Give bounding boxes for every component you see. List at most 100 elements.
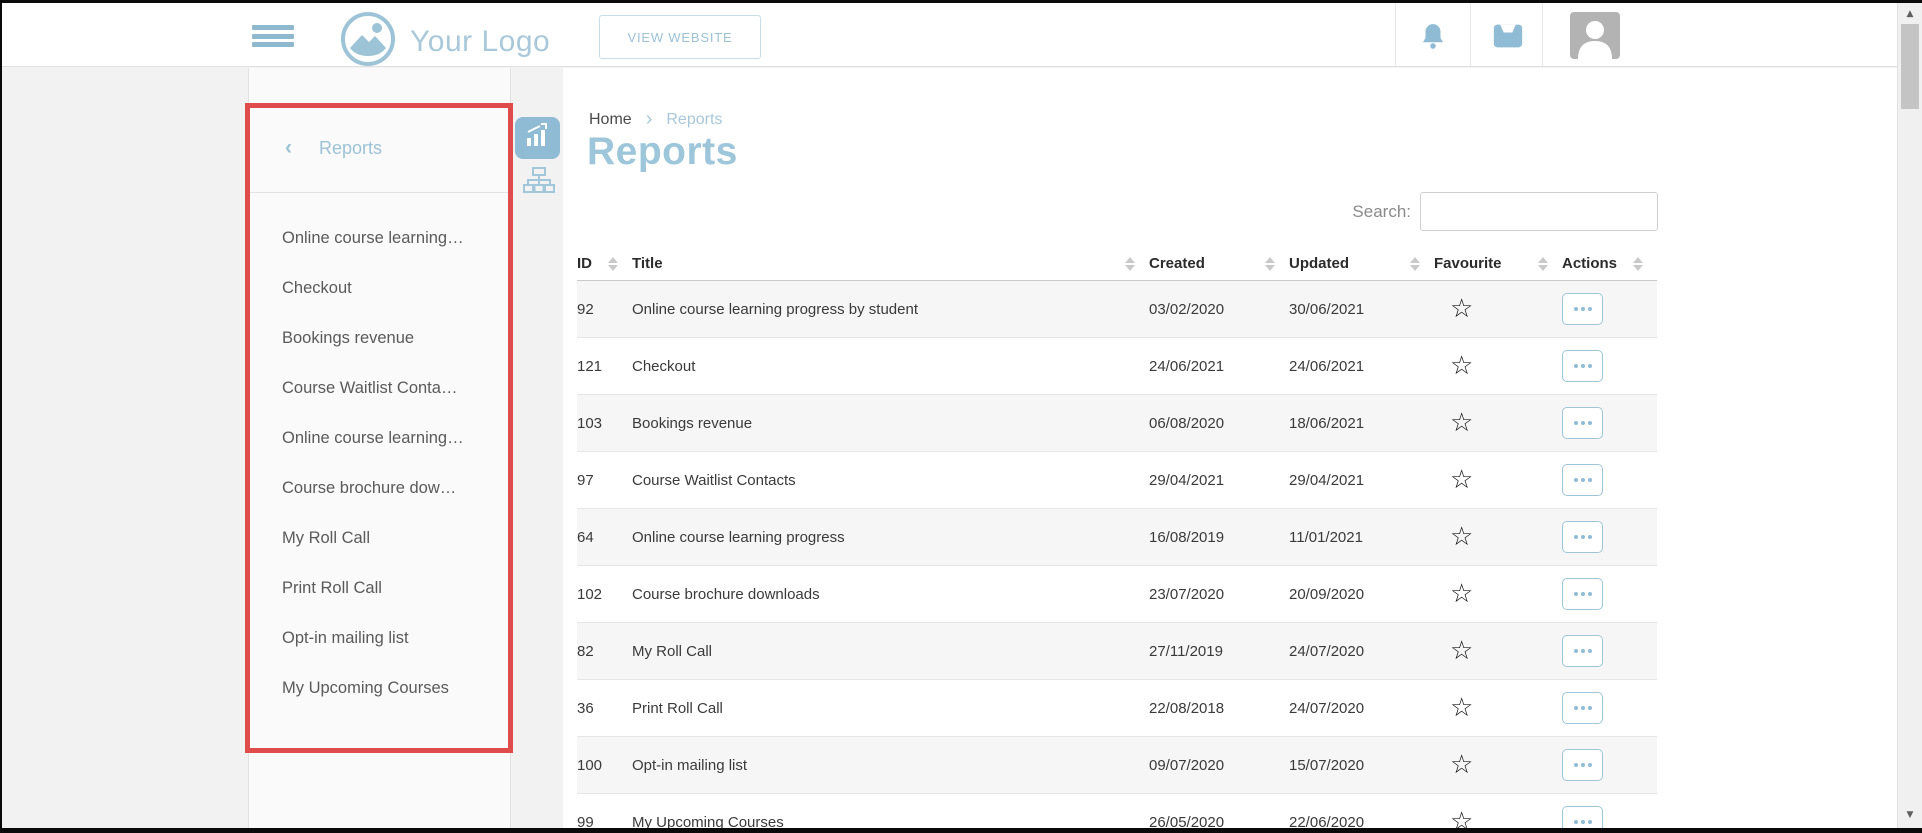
table-row[interactable]: 97 Course Waitlist Contacts 29/04/2021 2… [577,452,1657,509]
breadcrumb-home-link[interactable]: Home [589,111,632,129]
reports-chart-button[interactable] [515,117,560,159]
hamburger-menu-icon[interactable] [252,25,294,47]
sort-icon[interactable] [1410,257,1420,271]
sidebar-report-item[interactable]: Bookings revenue [249,313,510,363]
table-row[interactable]: 36 Print Roll Call 22/08/2018 24/07/2020… [577,680,1657,737]
cell-updated: 18/06/2021 [1289,415,1434,432]
scroll-up-arrow-icon[interactable]: ▲ [1898,9,1922,19]
sidebar-report-item[interactable]: Checkout [249,263,510,313]
row-actions-button[interactable] [1562,293,1603,325]
page-title: Reports [587,130,738,174]
favourite-star-icon[interactable]: ☆ [1450,579,1473,609]
sidebar: ‹ Reports Online course learning…Checkou… [248,68,511,828]
cell-created: 27/11/2019 [1149,643,1289,660]
cell-id: 102 [577,586,632,603]
search-input[interactable] [1420,192,1658,231]
table-row[interactable]: 99 My Upcoming Courses 26/05/2020 22/06/… [577,794,1657,833]
column-header-created[interactable]: Created [1149,247,1289,280]
cell-updated: 22/06/2020 [1289,814,1434,831]
sidebar-report-item[interactable]: Online course learning… [249,213,510,263]
sort-icon[interactable] [1538,257,1548,271]
back-chevron-icon[interactable]: ‹ [285,136,292,159]
bell-icon[interactable] [1417,21,1449,51]
sort-icon[interactable] [1125,257,1135,271]
cell-title: Course brochure downloads [632,586,1149,603]
table-row[interactable]: 82 My Roll Call 27/11/2019 24/07/2020 ☆ [577,623,1657,680]
scroll-down-arrow-icon[interactable]: ▼ [1898,810,1922,820]
cell-id: 64 [577,529,632,546]
breadcrumb: Home › Reports [589,108,722,131]
column-header-updated[interactable]: Updated [1289,247,1434,280]
sidebar-header[interactable]: ‹ Reports [249,68,510,193]
row-actions-button[interactable] [1562,350,1603,382]
favourite-star-icon[interactable]: ☆ [1450,408,1473,438]
cell-title: Opt-in mailing list [632,757,1149,774]
cell-id: 97 [577,472,632,489]
cell-updated: 20/09/2020 [1289,586,1434,603]
row-actions-button[interactable] [1562,749,1603,781]
cell-id: 82 [577,643,632,660]
sort-icon[interactable] [1265,257,1275,271]
table-row[interactable]: 102 Course brochure downloads 23/07/2020… [577,566,1657,623]
row-actions-button[interactable] [1562,806,1603,833]
row-actions-button[interactable] [1562,635,1603,667]
sort-icon[interactable] [1633,257,1643,271]
row-actions-button[interactable] [1562,692,1603,724]
row-actions-button[interactable] [1562,521,1603,553]
view-website-button[interactable]: VIEW WEBSITE [599,15,761,59]
inbox-icon[interactable] [1491,21,1523,51]
cell-updated: 24/07/2020 [1289,700,1434,717]
cell-updated: 24/07/2020 [1289,643,1434,660]
row-actions-button[interactable] [1562,464,1603,496]
application-window: Your Logo VIEW WEBSITE [0,0,1922,833]
sidebar-report-item[interactable]: Course Waitlist Conta… [249,363,510,413]
reports-table: ID Title Created Updated Favourite [577,247,1657,833]
cell-updated: 11/01/2021 [1289,529,1434,546]
logo[interactable]: Your Logo [340,11,550,72]
column-header-actions[interactable]: Actions [1562,247,1657,280]
favourite-star-icon[interactable]: ☆ [1450,294,1473,324]
cell-title: Course Waitlist Contacts [632,472,1149,489]
table-row[interactable]: 92 Online course learning progress by st… [577,281,1657,338]
scrollbar-thumb[interactable] [1901,24,1919,109]
column-header-id[interactable]: ID [577,247,632,280]
sort-icon[interactable] [608,257,618,271]
cell-title: My Upcoming Courses [632,814,1149,831]
favourite-star-icon[interactable]: ☆ [1450,750,1473,780]
cell-updated: 29/04/2021 [1289,472,1434,489]
sidebar-report-item[interactable]: Course brochure dow… [249,463,510,513]
table-row[interactable]: 100 Opt-in mailing list 09/07/2020 15/07… [577,737,1657,794]
favourite-star-icon[interactable]: ☆ [1450,465,1473,495]
cell-created: 24/06/2021 [1149,358,1289,375]
table-row[interactable]: 121 Checkout 24/06/2021 24/06/2021 ☆ [577,338,1657,395]
sidebar-report-item[interactable]: Opt-in mailing list [249,613,510,663]
favourite-star-icon[interactable]: ☆ [1450,693,1473,723]
column-header-title[interactable]: Title [632,247,1149,280]
favourite-star-icon[interactable]: ☆ [1450,807,1473,833]
favourite-star-icon[interactable]: ☆ [1450,636,1473,666]
table-row[interactable]: 103 Bookings revenue 06/08/2020 18/06/20… [577,395,1657,452]
vertical-scrollbar[interactable]: ▲ ▼ [1897,3,1922,828]
bar-chart-icon [524,123,551,153]
sitemap-view-button[interactable] [521,167,557,199]
header-divider [1542,3,1543,66]
sidebar-title: Reports [319,138,382,158]
sidebar-report-item[interactable]: My Upcoming Courses [249,663,510,713]
cell-title: Checkout [632,358,1149,375]
cell-created: 26/05/2020 [1149,814,1289,831]
cell-id: 99 [577,814,632,831]
row-actions-button[interactable] [1562,578,1603,610]
sitemap-icon [522,166,556,201]
row-actions-button[interactable] [1562,407,1603,439]
sidebar-report-item[interactable]: Online course learning… [249,413,510,463]
favourite-star-icon[interactable]: ☆ [1450,351,1473,381]
table-row[interactable]: 64 Online course learning progress 16/08… [577,509,1657,566]
sidebar-report-item[interactable]: My Roll Call [249,513,510,563]
cell-title: Online course learning progress by stude… [632,301,1149,318]
sidebar-report-item[interactable]: Print Roll Call [249,563,510,613]
header-divider [1470,3,1471,66]
column-header-favourite[interactable]: Favourite [1434,247,1562,280]
favourite-star-icon[interactable]: ☆ [1450,522,1473,552]
user-avatar[interactable] [1570,12,1620,59]
cell-updated: 30/06/2021 [1289,301,1434,318]
